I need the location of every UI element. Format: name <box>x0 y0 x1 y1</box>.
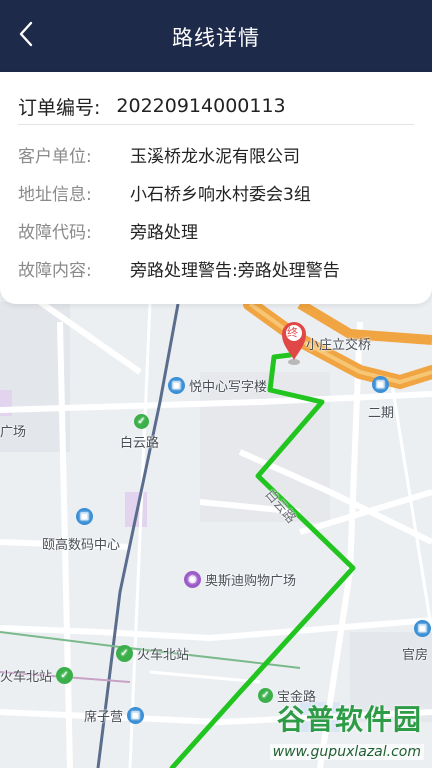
watermark-title: 谷普软件园 <box>276 703 422 736</box>
card-divider <box>18 124 414 125</box>
watermark-url: www.gupuxlazal.com <box>269 744 424 760</box>
metro-icon: ✓ <box>134 414 149 429</box>
poi-xizi[interactable]: 席子营 ▣ <box>84 706 145 725</box>
address-label: 地址信息: <box>18 184 92 205</box>
order-number-label: 订单编号: <box>18 96 101 119</box>
page-title: 路线详情 <box>172 26 260 50</box>
building-icon: ▣ <box>414 620 431 637</box>
app-header: 路线详情 <box>0 0 432 72</box>
poi-guanfang-icon-wrap[interactable]: ▣ <box>414 620 431 637</box>
watermark: 谷普软件园 www.gupuxlazal.com <box>242 698 428 764</box>
order-number-row: 订单编号: 20220914000113 <box>18 88 414 124</box>
address-row: 地址信息: 小石桥乡响水村委会3组 <box>18 178 422 206</box>
fault-content-label: 故障内容: <box>18 260 92 281</box>
shopping-bag-icon: ◉ <box>184 571 201 588</box>
order-number-value: 20220914000113 <box>116 95 286 117</box>
end-marker-label: 终 <box>287 326 298 339</box>
guangchang-label: 广场 <box>0 425 27 440</box>
poi-aosidi[interactable]: ◉ 奥斯迪购物广场 <box>184 570 296 589</box>
customer-value: 玉溪桥龙水泥有限公司 <box>130 146 300 167</box>
poi-erqi-icon-wrap[interactable]: ▣ <box>372 376 389 393</box>
poi-huochebeizhan-1[interactable]: ✓ 火车北站 <box>116 644 189 663</box>
fault-code-label: 故障代码: <box>18 222 92 243</box>
fault-content-row: 故障内容: 旁路处理警告:旁路处理警告 <box>18 254 422 282</box>
poi-huochebeizhan-2[interactable]: 火车北站 ✓ <box>0 666 74 685</box>
fault-content-value: 旁路处理警告:旁路处理警告 <box>130 260 340 281</box>
metro-icon: ✓ <box>56 667 74 684</box>
erqi-label: 二期 <box>368 406 395 421</box>
baiyunlu-label: 白云路 <box>120 436 160 451</box>
metro-icon: ✓ <box>116 645 133 662</box>
poi-yigao-icon-wrap[interactable]: ▣ <box>76 508 93 525</box>
building-icon: ▣ <box>76 508 93 525</box>
address-value: 小石桥乡响水村委会3组 <box>130 184 311 205</box>
order-info-card: 订单编号: 20220914000113 客户单位: 玉溪桥龙水泥有限公司 地址… <box>0 72 432 304</box>
building-icon: ▣ <box>168 377 185 394</box>
yigao-label: 颐高数码中心 <box>42 538 121 553</box>
customer-label: 客户单位: <box>18 146 92 167</box>
metro-station-icon-wrap[interactable]: ✓ <box>134 414 149 429</box>
xiaozhuang-label: 小庄立交桥 <box>306 338 372 353</box>
fault-code-value: 旁路处理 <box>130 222 198 243</box>
customer-row: 客户单位: 玉溪桥龙水泥有限公司 <box>18 140 422 168</box>
building-icon: ▣ <box>372 376 389 393</box>
guanfang-label: 官房 <box>402 648 429 663</box>
poi-yuezhongxin[interactable]: ▣ 悦中心写字楼 <box>168 376 267 395</box>
fault-code-row: 故障代码: 旁路处理 <box>18 216 422 244</box>
building-icon: ▣ <box>127 707 145 724</box>
